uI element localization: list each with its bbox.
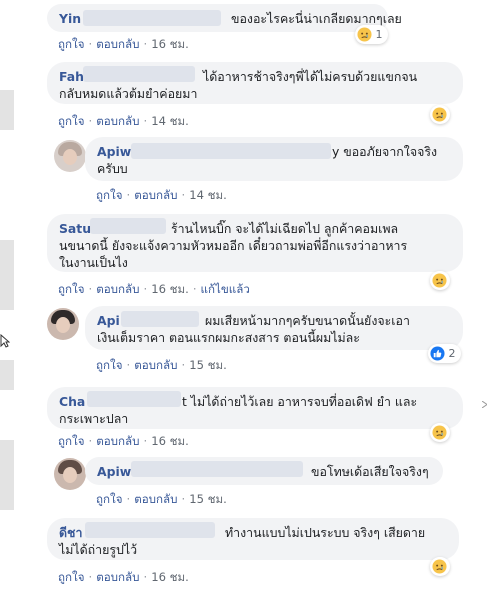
redacted-name [90, 218, 166, 234]
commenter-name[interactable]: Satu [59, 221, 91, 236]
comment-text-line: กลับหมดแล้วต้มยำค่อยมา [59, 86, 198, 101]
reply-link[interactable]: ตอบกลับ [134, 492, 177, 506]
comment-thread: Yin ของอะไรคะนี่น่าเกลียดมากๆเลย ถูกใจ · ต… [0, 0, 489, 597]
commenter-name[interactable]: Cha [59, 394, 85, 409]
comment: Cha t ไม่ได้ถ่ายไว้เลย อาหารจบที่ออเดิฟ … [0, 386, 489, 456]
comment-bubble: Api ผมเสียหน้ามากๆครับขนาดนั้นยังจะเอา เ… [85, 306, 463, 350]
comment-text-line: เงินเต็มราคา ตอนแรกผมกะสงสาร ตอนนี้ผมไม่… [97, 330, 360, 345]
comment-bubble: Cha t ไม่ได้ถ่ายไว้เลย อาหารจบที่ออเดิฟ … [47, 387, 463, 429]
reaction-badge[interactable] [430, 271, 450, 290]
comment-text-line: นขนาดนี้ ยังจะแจ้งความหัวหมออีก เดี๋ยวถา… [59, 238, 408, 253]
like-link[interactable]: ถูกใจ [96, 358, 123, 372]
reaction-badge[interactable]: 2 [428, 344, 461, 363]
commenter-name[interactable]: Api [97, 313, 120, 328]
commenter-name[interactable]: ดีชา [59, 525, 82, 540]
like-link[interactable]: ถูกใจ [58, 114, 85, 128]
timestamp[interactable]: 16 ชม. [151, 570, 189, 584]
reaction-badge[interactable] [430, 557, 450, 576]
comment: ดีชา ทำงานแบบไม่เปนระบบ จริงๆ เสียดาย ไม… [0, 518, 489, 597]
comment-text-line: กระเพาะปลา [59, 411, 129, 426]
like-link[interactable]: ถูกใจ [58, 434, 85, 448]
comment-actions: ถูกใจ · ตอบกลับ · 15 ชม. [96, 492, 227, 506]
comment: Fah ได้อาหารช้าจริงๆพี่ได้ไม่ครบด้วยแขกจ… [0, 60, 489, 136]
comment-text: ขอโทษเด้อเสียใจจริงๆ [311, 464, 429, 479]
like-link[interactable]: ถูกใจ [58, 37, 85, 51]
redacted-name [83, 10, 221, 26]
reaction-badge[interactable]: 1 [355, 25, 388, 44]
sad-icon [432, 272, 447, 288]
timestamp[interactable]: 16 ชม. [151, 282, 189, 296]
reply-link[interactable]: ตอบกลับ [96, 37, 139, 51]
comment-text-line: ผมเสียหน้ามากๆครับขนาดนั้นยังจะเอา [205, 313, 410, 328]
reply-link[interactable]: ตอบกลับ [96, 570, 139, 584]
like-link[interactable]: ถูกใจ [58, 282, 85, 296]
redacted-name [87, 391, 181, 407]
reply-comment: Apiw ขอโทษเด้อเสียใจจริงๆ ถูกใจ · ตอบกลับ ·… [0, 455, 489, 511]
comment-actions: ถูกใจ · ตอบกลับ · 15 ชม. [96, 358, 227, 372]
commenter-name[interactable]: Yin [59, 11, 81, 26]
reaction-count: 1 [375, 28, 383, 41]
sad-icon [432, 106, 447, 122]
reply-comment: Api ผมเสียหน้ามากๆครับขนาดนั้นยังจะเอา เ… [0, 306, 489, 376]
redacted-name [85, 522, 215, 538]
timestamp[interactable]: 16 ชม. [151, 37, 189, 51]
reaction-badge[interactable] [430, 105, 450, 124]
reply-link[interactable]: ตอบกลับ [96, 282, 139, 296]
comment-text-line: t ไม่ได้ถ่ายไว้เลย อาหารจบที่ออเดิฟ ยำ แ… [182, 394, 418, 409]
comment-bubble: Satu ร้านไหนบิ๊ก จะได้ไม่เฉียดไป ลูกค้าค… [47, 214, 463, 272]
comment-actions: ถูกใจ · ตอบกลับ · 16 ชม. [58, 570, 189, 584]
comment: Satu ร้านไหนบิ๊ก จะได้ไม่เฉียดไป ลูกค้าค… [0, 214, 489, 300]
reaction-count: 2 [448, 347, 456, 360]
comment-text-line: ได้อาหารช้าจริงๆพี่ได้ไม่ครบด้วยแขกจน [203, 69, 418, 84]
avatar[interactable] [54, 458, 86, 490]
redacted-name [131, 461, 303, 477]
like-link[interactable]: ถูกใจ [58, 570, 85, 584]
reply-link[interactable]: ตอบกลับ [134, 188, 177, 202]
timestamp[interactable]: 16 ชม. [151, 434, 189, 448]
redacted-name [121, 311, 199, 327]
comment-actions: ถูกใจ · ตอบกลับ · 14 ชม. [96, 188, 227, 202]
sad-icon [432, 558, 447, 574]
comment: Yin ของอะไรคะนี่น่าเกลียดมากๆเลย ถูกใจ · ต… [0, 0, 489, 60]
sad-icon [432, 424, 447, 440]
comment-text-line: y ขออภัยจากใจจริง [332, 144, 438, 159]
commenter-name[interactable]: Fah [59, 69, 84, 84]
comment-actions: ถูกใจ · ตอบกลับ · 14 ชม. [58, 114, 189, 128]
like-icon [430, 345, 445, 361]
avatar[interactable] [47, 308, 79, 340]
comment-bubble: Fah ได้อาหารช้าจริงๆพี่ได้ไม่ครบด้วยแขกจ… [47, 62, 463, 104]
comment-bubble: Yin ของอะไรคะนี่น่าเกลียดมากๆเลย [47, 4, 402, 32]
like-link[interactable]: ถูกใจ [96, 492, 123, 506]
comment-actions: ถูกใจ · ตอบกลับ · 16 ชม. [58, 37, 189, 51]
commenter-name[interactable]: Apiw [97, 144, 131, 159]
sad-icon [357, 26, 372, 42]
reaction-badge[interactable] [430, 423, 450, 442]
comment-text-line: ทำงานแบบไม่เปนระบบ จริงๆ เสียดาย [225, 525, 426, 540]
comment-bubble: Apiw ขอโทษเด้อเสียใจจริงๆ [85, 457, 443, 485]
comment-text-line: ครับบ [97, 161, 128, 176]
edited-link[interactable]: แก้ไขแล้ว [201, 282, 250, 296]
comment-bubble: ดีชา ทำงานแบบไม่เปนระบบ จริงๆ เสียดาย ไม… [47, 518, 459, 560]
like-link[interactable]: ถูกใจ [96, 188, 123, 202]
redacted-name [83, 66, 195, 82]
comment-actions: ถูกใจ · ตอบกลับ · 16 ชม. [58, 434, 189, 448]
reply-link[interactable]: ตอบกลับ [96, 114, 139, 128]
reply-comment: Apiw y ขออภัยจากใจจริง ครับบ ถูกใจ · ตอบกล… [0, 136, 489, 206]
redacted-name [131, 143, 331, 159]
avatar[interactable] [54, 140, 86, 172]
reply-link[interactable]: ตอบกลับ [134, 358, 177, 372]
timestamp[interactable]: 14 ชม. [189, 188, 227, 202]
comment-text-line: ในงานเป็นไง [59, 255, 128, 270]
comment-actions: ถูกใจ · ตอบกลับ · 16 ชม. · แก้ไขแล้ว [58, 282, 250, 296]
reply-link[interactable]: ตอบกลับ [96, 434, 139, 448]
comment-text-line: ไม่ได้ถ่ายรูปไว้ [59, 542, 138, 557]
comment-bubble: Apiw y ขออภัยจากใจจริง ครับบ [85, 137, 463, 181]
comment-text-line: ร้านไหนบิ๊ก จะได้ไม่เฉียดไป ลูกค้าคอมเพล [171, 221, 399, 236]
timestamp[interactable]: 15 ชม. [189, 492, 227, 506]
timestamp[interactable]: 15 ชม. [189, 358, 227, 372]
timestamp[interactable]: 14 ชม. [151, 114, 189, 128]
commenter-name[interactable]: Apiw [97, 464, 131, 479]
